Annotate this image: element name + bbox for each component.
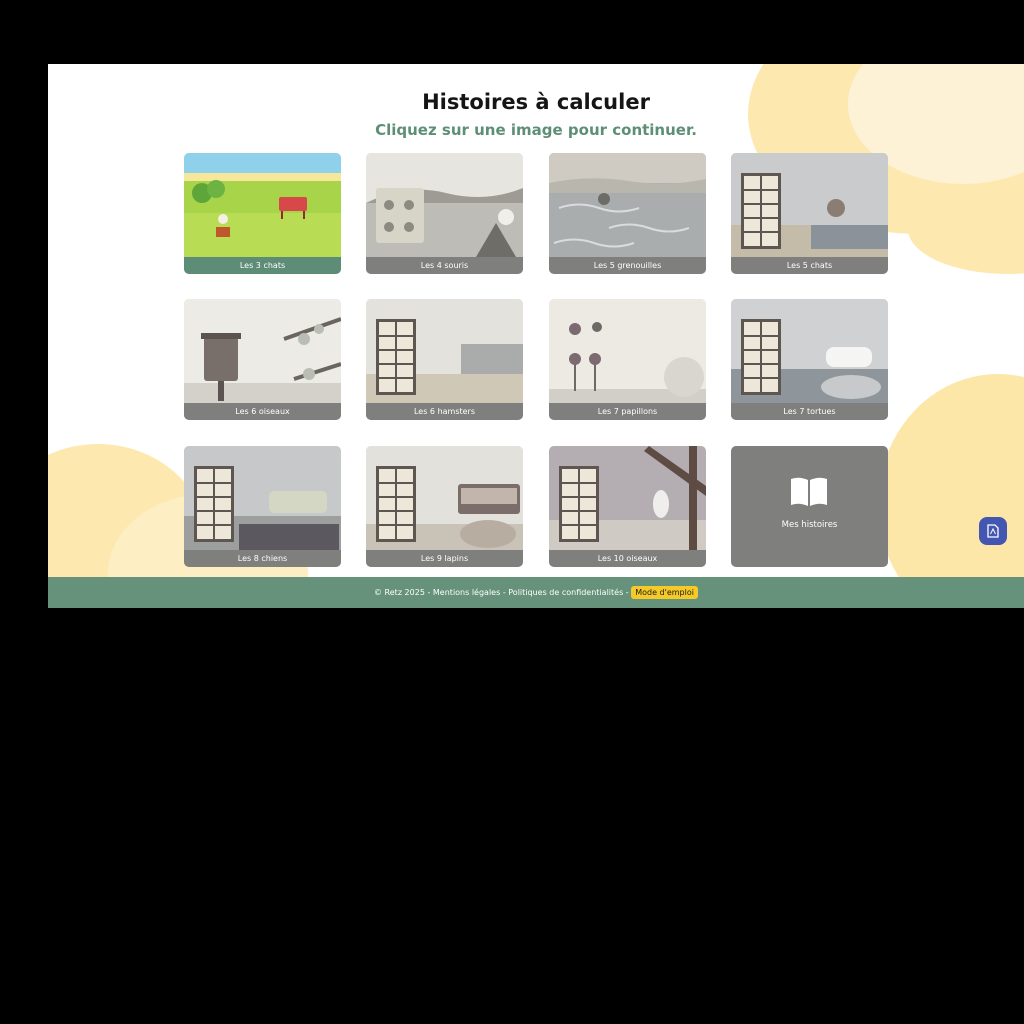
story-illustration: [549, 153, 706, 257]
footer-copyright: © Retz 2025: [374, 588, 425, 597]
footer-mode-emploi-link[interactable]: Mode d'emploi: [631, 586, 698, 599]
app-window: Histoires à calculer Cliquez sur une ima…: [48, 64, 1024, 608]
story-card-label: Les 4 souris: [366, 257, 523, 274]
page-subtitle: Cliquez sur une image pour continuer.: [375, 121, 697, 139]
story-card-les-5-chats[interactable]: Les 5 chats: [731, 153, 888, 274]
story-illustration: [366, 153, 523, 257]
story-card-les-10-oiseaux[interactable]: Les 10 oiseaux: [549, 446, 706, 567]
story-card-label: Les 7 papillons: [549, 403, 706, 420]
story-card-label: Les 9 lapins: [366, 550, 523, 567]
story-card-les-5-grenouilles[interactable]: Les 5 grenouilles: [549, 153, 706, 274]
story-card-label: Les 3 chats: [184, 257, 341, 274]
story-card-label: Les 6 hamsters: [366, 403, 523, 420]
story-card-les-6-hamsters[interactable]: Les 6 hamsters: [366, 299, 523, 420]
story-illustration: [184, 446, 341, 550]
story-card-label: Les 10 oiseaux: [549, 550, 706, 567]
story-card-les-6-oiseaux[interactable]: Les 6 oiseaux: [184, 299, 341, 420]
story-card-les-7-tortues[interactable]: Les 7 tortues: [731, 299, 888, 420]
story-illustration: [731, 299, 888, 403]
page-title: Histoires à calculer: [422, 90, 650, 114]
story-card-label: Les 6 oiseaux: [184, 403, 341, 420]
story-card-les-8-chiens[interactable]: Les 8 chiens: [184, 446, 341, 567]
pdf-file-icon: [987, 524, 999, 538]
story-card-label: Les 5 grenouilles: [549, 257, 706, 274]
story-illustration: [366, 446, 523, 550]
story-card-les-7-papillons[interactable]: Les 7 papillons: [549, 299, 706, 420]
pdf-button[interactable]: [979, 517, 1007, 545]
story-card-les-4-souris[interactable]: Les 4 souris: [366, 153, 523, 274]
story-illustration: [184, 299, 341, 403]
story-illustration: [184, 153, 341, 257]
story-card-label: Les 5 chats: [731, 257, 888, 274]
story-illustration: [549, 446, 706, 550]
footer-politiques-link[interactable]: Politiques de confidentialités: [508, 588, 623, 597]
story-illustration: [549, 299, 706, 403]
mes-histoires-button[interactable]: Mes histoires: [731, 446, 888, 567]
story-card-label: Les 8 chiens: [184, 550, 341, 567]
mes-histoires-label: Mes histoires: [781, 520, 838, 530]
footer: © Retz 2025 - Mentions légales - Politiq…: [48, 577, 1024, 608]
story-card-les-9-lapins[interactable]: Les 9 lapins: [366, 446, 523, 567]
footer-mentions-link[interactable]: Mentions légales: [433, 588, 500, 597]
story-card-label: Les 7 tortues: [731, 403, 888, 420]
open-book-icon: [791, 477, 827, 506]
story-card-les-3-chats[interactable]: Les 3 chats: [184, 153, 341, 274]
story-illustration: [731, 153, 888, 257]
footer-separator: -: [424, 588, 433, 597]
story-illustration: [366, 299, 523, 403]
bg-blob: [878, 374, 1024, 608]
